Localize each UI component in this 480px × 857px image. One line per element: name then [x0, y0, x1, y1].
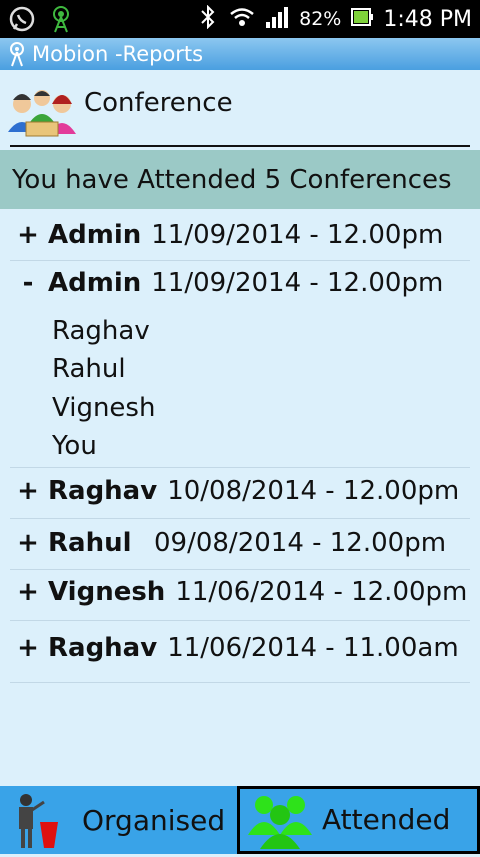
attended-summary: You have Attended 5 Conferences: [0, 150, 480, 209]
conference-datetime: 11/09/2014 - 12.00pm: [151, 268, 444, 298]
conference-row[interactable]: + Raghav 10/08/2014 - 12.00pm: [12, 476, 468, 506]
conference-host: Vignesh: [48, 577, 166, 607]
status-bar: 82% 1:48 PM: [0, 0, 480, 38]
conference-row[interactable]: - Admin 11/09/2014 - 12.00pm: [12, 268, 468, 298]
row-divider: [10, 569, 470, 570]
row-divider: [10, 260, 470, 261]
whatsapp-icon: [8, 5, 36, 37]
conference-row[interactable]: + Admin 11/09/2014 - 12.00pm: [12, 220, 468, 250]
tab-organised-label: Organised: [82, 803, 226, 837]
conference-row[interactable]: + Rahul 09/08/2014 - 12.00pm: [12, 528, 468, 558]
conference-host: Raghav: [48, 476, 158, 506]
expand-toggle[interactable]: +: [12, 577, 44, 607]
conference-host: Rahul: [48, 528, 132, 558]
app-title-bar: Mobion -Reports: [0, 38, 480, 70]
page-header: Conference: [0, 70, 480, 148]
expand-toggle[interactable]: +: [12, 633, 44, 663]
row-divider: [10, 467, 470, 468]
conference-host: Raghav: [48, 633, 158, 663]
presenter-icon: [10, 792, 66, 857]
bluetooth-icon: [197, 4, 219, 34]
battery-icon: [351, 7, 374, 32]
attendee-item: Rahul: [52, 354, 126, 384]
attendee-item: Raghav: [52, 316, 150, 346]
group-icon: [244, 791, 316, 856]
app-icon: [6, 41, 28, 67]
bottom-tab-bar: Organised Attended: [0, 786, 480, 854]
row-divider: [10, 518, 470, 519]
tower-notification-icon: [48, 5, 74, 37]
conference-datetime: 09/08/2014 - 12.00pm: [154, 528, 447, 558]
row-divider: [10, 682, 470, 683]
conference-datetime: 11/09/2014 - 12.00pm: [151, 220, 444, 250]
conference-row[interactable]: + Raghav 11/06/2014 - 11.00am: [12, 633, 468, 663]
page-title: Conference: [84, 88, 233, 118]
clock: 1:48 PM: [383, 6, 472, 32]
expand-toggle[interactable]: +: [12, 476, 44, 506]
collapse-toggle[interactable]: -: [12, 268, 44, 298]
conference-host: Admin: [48, 268, 142, 298]
expand-toggle[interactable]: +: [12, 220, 44, 250]
tab-attended-label: Attended: [322, 803, 451, 836]
attendee-item: Vignesh: [52, 393, 156, 423]
row-divider: [10, 620, 470, 621]
battery-percent: 82%: [299, 8, 342, 30]
tab-attended[interactable]: Attended: [237, 786, 480, 854]
app-title: Mobion -Reports: [32, 42, 204, 66]
wifi-icon: [229, 6, 255, 33]
conference-datetime: 11/06/2014 - 12.00pm: [175, 577, 468, 607]
conference-datetime: 10/08/2014 - 12.00pm: [167, 476, 460, 506]
tab-organised[interactable]: Organised: [0, 786, 237, 854]
conference-datetime: 11/06/2014 - 11.00am: [167, 633, 459, 663]
header-divider: [10, 145, 470, 147]
conference-row[interactable]: + Vignesh 11/06/2014 - 12.00pm: [12, 577, 468, 607]
conference-people-icon: [6, 82, 78, 148]
conference-host: Admin: [48, 220, 142, 250]
attendee-item: You: [52, 431, 97, 461]
signal-icon: [265, 6, 289, 33]
expand-toggle[interactable]: +: [12, 528, 44, 558]
